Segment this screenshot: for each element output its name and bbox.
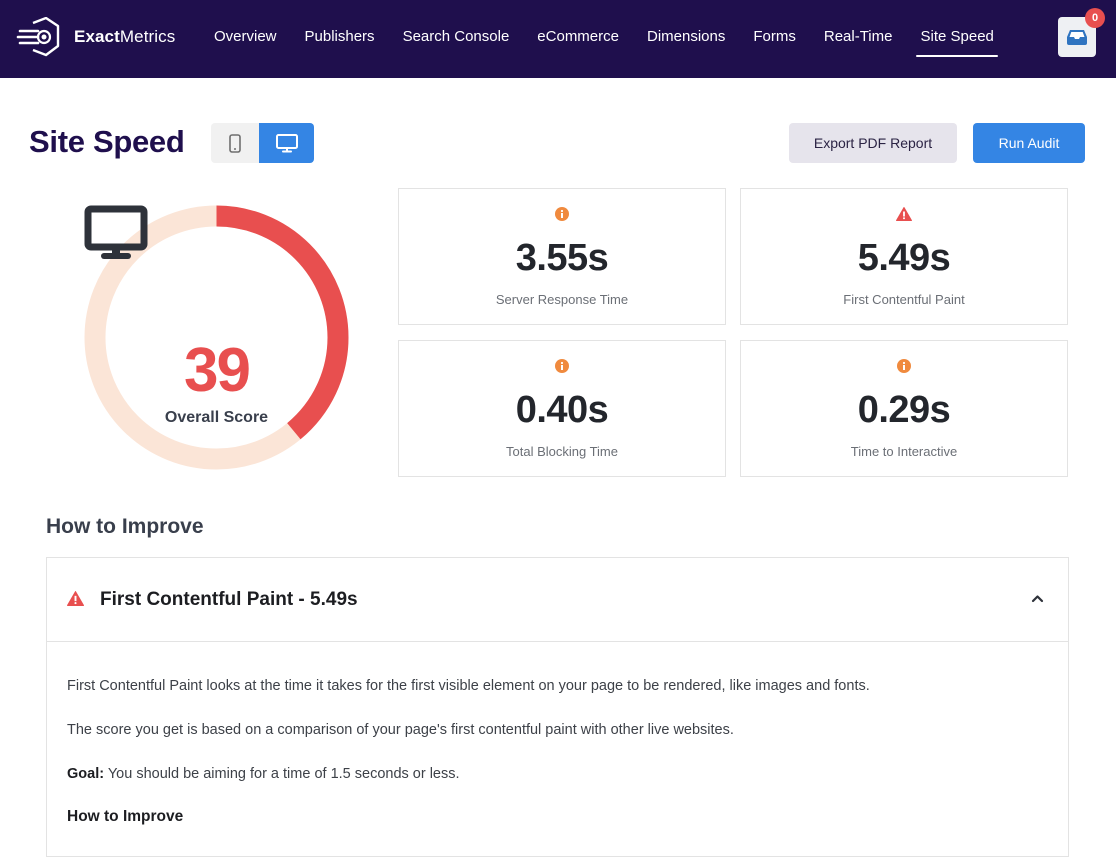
how-to-improve-heading: How to Improve xyxy=(46,515,204,538)
improvement-accordion-item: First Contentful Paint - 5.49s First Con… xyxy=(46,557,1069,857)
brand-name: ExactMetrics xyxy=(74,27,176,46)
metric-value: 0.29s xyxy=(857,389,951,431)
metric-label: Total Blocking Time xyxy=(506,444,618,459)
metric-card-time-to-interactive: 0.29s Time to Interactive xyxy=(740,340,1068,477)
notification-count-badge: 0 xyxy=(1085,8,1105,28)
overall-score-value: 39 xyxy=(184,336,251,405)
info-circle-icon xyxy=(897,359,911,373)
overall-score-label: Overall Score xyxy=(164,409,269,426)
mobile-view-button[interactable] xyxy=(211,123,259,163)
goal-paragraph: Goal: You should be aiming for a time of… xyxy=(67,766,460,782)
metric-value: 3.55s xyxy=(515,237,609,279)
desktop-monitor-icon xyxy=(275,133,298,152)
description-paragraph: The score you get is based on a comparis… xyxy=(67,722,734,738)
description-paragraph: First Contentful Paint looks at the time… xyxy=(67,678,870,694)
accordion-title: First Contentful Paint - 5.49s xyxy=(100,589,358,610)
nav-item-publishers[interactable]: Publishers xyxy=(305,0,375,78)
nav-item-site-speed[interactable]: Site Speed xyxy=(916,0,999,78)
exactmetrics-logo-icon xyxy=(16,17,60,57)
mobile-phone-icon xyxy=(229,133,241,153)
metric-value: 0.40s xyxy=(515,389,609,431)
nav-item-ecommerce[interactable]: eCommerce xyxy=(537,0,619,78)
nav-item-real-time[interactable]: Real-Time xyxy=(824,0,893,78)
desktop-monitor-icon xyxy=(84,205,148,259)
export-pdf-report-button[interactable]: Export PDF Report xyxy=(789,123,957,163)
nav-item-overview[interactable]: Overview xyxy=(214,0,277,78)
page-title: Site Speed xyxy=(29,124,185,159)
metric-label: Time to Interactive xyxy=(850,444,958,459)
overall-score-gauge: 39 Overall Score xyxy=(84,205,349,470)
warning-triangle-icon xyxy=(67,591,84,606)
metric-value: 5.49s xyxy=(857,237,951,279)
goal-label: Goal: xyxy=(67,766,105,782)
metric-card-server-response-time: 3.55s Server Response Time xyxy=(398,188,726,325)
metric-label: Server Response Time xyxy=(495,292,629,307)
chevron-up-icon[interactable] xyxy=(1031,594,1044,603)
goal-text: You should be aiming for a time of 1.5 s… xyxy=(104,766,460,782)
desktop-view-button[interactable] xyxy=(259,123,314,163)
nav-item-forms[interactable]: Forms xyxy=(753,0,796,78)
how-to-improve-subheading: How to Improve xyxy=(67,808,184,825)
metric-card-first-contentful-paint: 5.49s First Contentful Paint xyxy=(740,188,1068,325)
metric-label: First Contentful Paint xyxy=(843,292,965,307)
run-audit-button[interactable]: Run Audit xyxy=(973,123,1085,163)
brand-logo[interactable]: ExactMetrics xyxy=(16,16,175,58)
nav-item-dimensions[interactable]: Dimensions xyxy=(647,0,725,78)
nav-item-search-console[interactable]: Search Console xyxy=(403,0,510,78)
accordion-header[interactable]: First Contentful Paint - 5.49s xyxy=(47,558,1068,642)
info-circle-icon xyxy=(555,359,569,373)
top-nav-bar: ExactMetrics Overview Publishers Search … xyxy=(0,0,1116,78)
warning-triangle-icon xyxy=(896,207,912,221)
device-toggle xyxy=(211,123,314,163)
metric-card-total-blocking-time: 0.40s Total Blocking Time xyxy=(398,340,726,477)
main-nav: Overview Publishers Search Console eComm… xyxy=(214,0,1022,78)
inbox-tray-icon xyxy=(1067,30,1087,45)
info-circle-icon xyxy=(555,207,569,221)
